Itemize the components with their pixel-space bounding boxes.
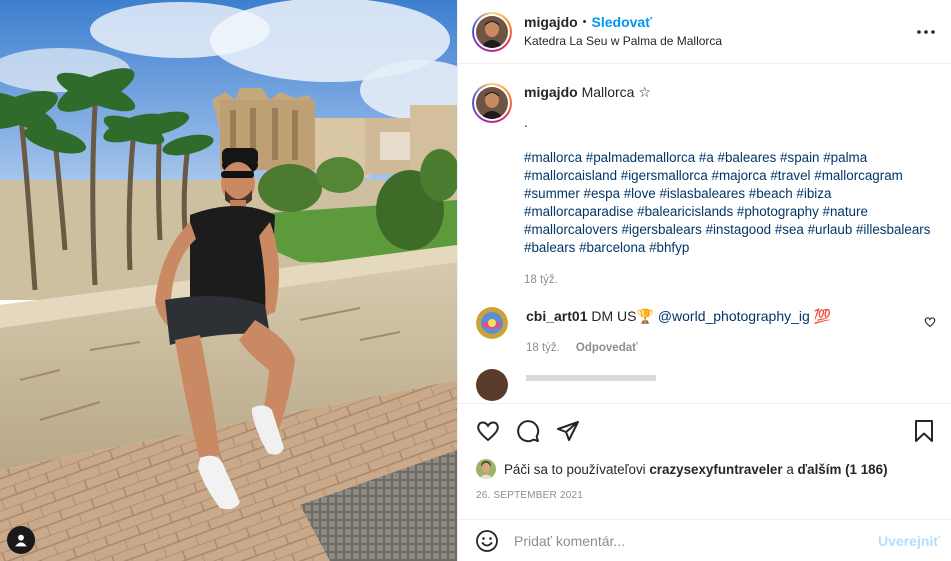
comment-button[interactable] (514, 417, 542, 445)
commenter-username[interactable]: cbi_art01 (526, 308, 587, 324)
location-link[interactable]: Katedra La Seu w Palma de Mallorca (524, 33, 914, 50)
likes-prefix: Páči sa to používateľovi (504, 461, 646, 477)
action-bar (458, 403, 951, 457)
caption: migajdo Mallorca ☆ . #mallorca #palmadem… (472, 83, 936, 289)
emoji-button[interactable] (474, 528, 500, 554)
liker-avatar[interactable] (476, 459, 496, 479)
likes-conjunction: a (786, 461, 794, 477)
caption-text: Mallorca ☆ (581, 84, 651, 100)
comments-list[interactable]: migajdo Mallorca ☆ . #mallorca #palmadem… (458, 65, 951, 403)
user-tag-button[interactable] (7, 526, 35, 554)
photo-scene (0, 0, 457, 561)
next-comment-text (526, 369, 656, 381)
author-avatar[interactable] (472, 11, 512, 52)
comment-input[interactable] (514, 532, 879, 549)
user-tag-icon (15, 534, 27, 547)
reply-button[interactable]: Odpovedať (576, 339, 638, 357)
author-username[interactable]: migajdo (524, 14, 578, 31)
comment-item: cbi_art01 DM US🏆 @world_photography_ig 💯… (472, 307, 936, 357)
comment-suffix: 💯 (813, 308, 832, 324)
next-comment-peek (472, 369, 936, 401)
like-button[interactable] (474, 417, 502, 445)
caption-avatar-image (476, 87, 508, 119)
separator-dot: • (582, 15, 587, 28)
likes-others-link[interactable]: ďalším (1 186) (798, 462, 888, 477)
caption-username[interactable]: migajdo (524, 84, 578, 100)
likes-summary: Páči sa to používateľovi crazysexyfuntra… (476, 459, 888, 479)
heart-icon (477, 421, 499, 441)
author-avatar-image (476, 15, 508, 48)
post-details-panel: migajdo • Sledovať Katedra La Seu w Palm… (457, 0, 951, 561)
more-options-button[interactable] (914, 20, 938, 44)
add-comment-bar: Uverejniť (458, 519, 951, 561)
caption-avatar[interactable] (472, 83, 512, 123)
next-commenter-avatar[interactable] (476, 369, 508, 401)
liker-username[interactable]: crazysexyfuntraveler (649, 462, 782, 477)
comment-like-heart-icon[interactable] (924, 316, 936, 328)
comment-icon (517, 419, 540, 442)
comment-mention[interactable]: @world_photography_ig (658, 308, 810, 324)
post-photo[interactable] (0, 0, 457, 561)
post-header: migajdo • Sledovať Katedra La Seu w Palm… (458, 0, 951, 64)
post-date[interactable]: 26. SEPTEMBER 2021 (476, 490, 583, 501)
comment-time[interactable]: 18 týž. (526, 339, 560, 357)
more-horizontal-icon (917, 29, 935, 34)
caption-title: migajdo Mallorca ☆ (524, 83, 944, 101)
caption-hashtags[interactable]: #mallorca #palmademallorca #a #baleares … (524, 149, 944, 257)
follow-button[interactable]: Sledovať (592, 14, 652, 31)
bookmark-icon (915, 419, 933, 442)
post-comment-button[interactable]: Uverejniť (878, 533, 940, 549)
commenter-avatar[interactable] (476, 307, 508, 339)
comment-text: DM US🏆 (591, 308, 654, 324)
save-button[interactable] (910, 417, 938, 445)
share-button[interactable] (554, 417, 582, 445)
caption-dot-line: . (524, 114, 528, 130)
emoji-icon (476, 529, 498, 552)
caption-time[interactable]: 18 týž. (524, 271, 944, 289)
share-icon (557, 420, 579, 441)
